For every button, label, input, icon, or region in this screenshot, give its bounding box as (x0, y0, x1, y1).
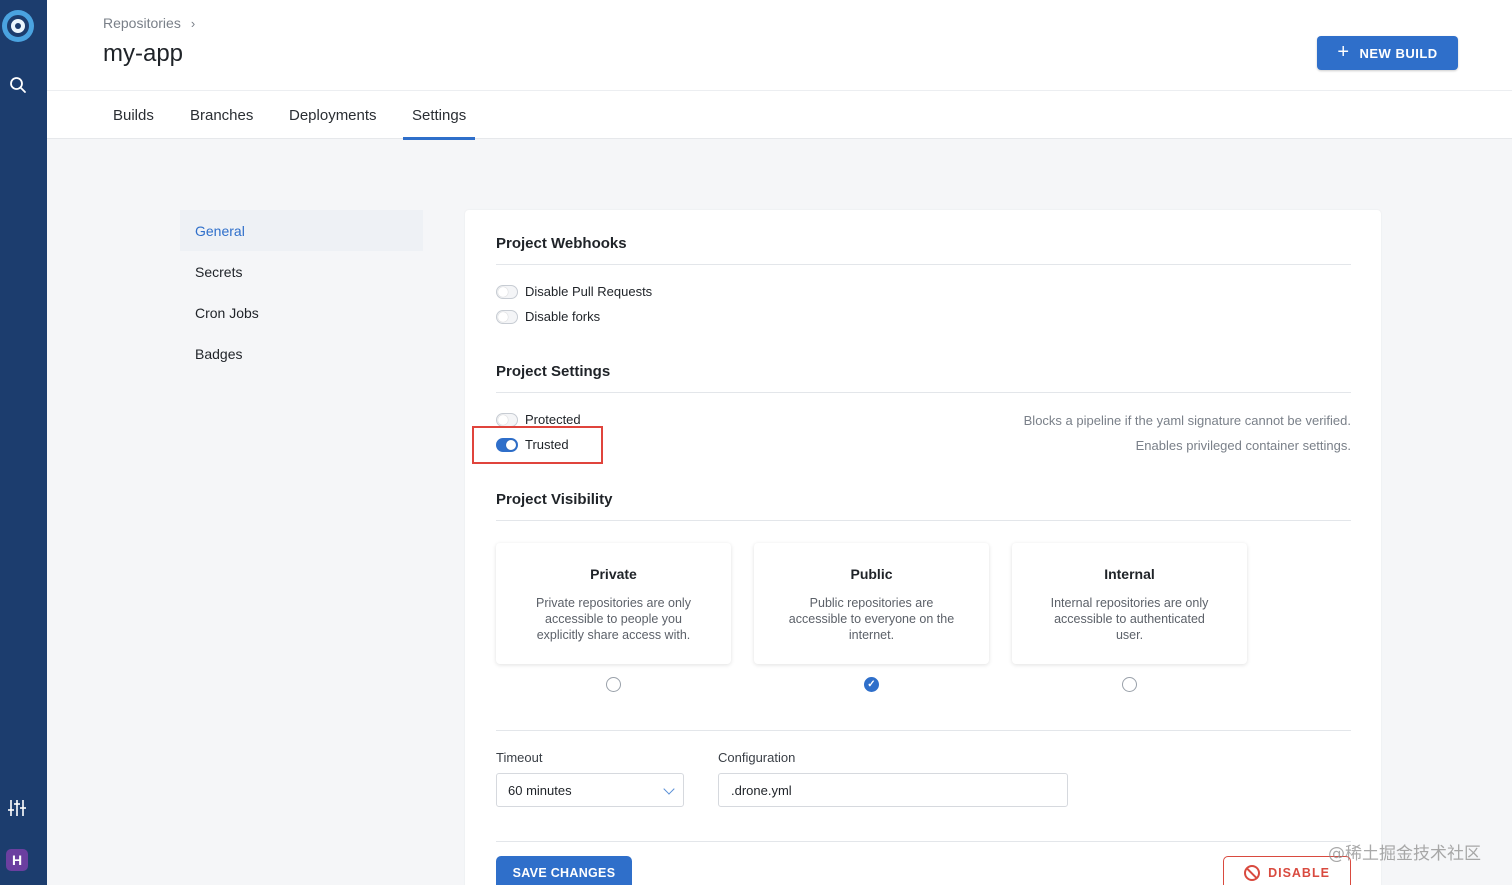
drone-logo-icon[interactable] (2, 10, 34, 42)
page-title: my-app (103, 40, 184, 67)
new-build-label: NEW BUILD (1359, 45, 1438, 61)
visibility-card-title: Internal (1104, 566, 1155, 582)
divider (496, 392, 1351, 393)
trusted-highlight-box (472, 426, 603, 464)
visibility-card-private[interactable]: Private Private repositories are only ac… (496, 543, 731, 664)
project-settings-section-title: Project Settings (496, 363, 611, 380)
protected-row: Protected (496, 412, 581, 427)
subnav-item-secrets[interactable]: Secrets (180, 251, 423, 292)
tab-settings[interactable]: Settings (402, 107, 476, 140)
disable-pull-requests-label: Disable Pull Requests (525, 284, 653, 299)
divider (496, 730, 1351, 731)
visibility-card-description: Public repositories are accessible to ev… (788, 596, 955, 642)
subnav-item-badges[interactable]: Badges (180, 333, 423, 374)
visibility-section-title: Project Visibility (496, 491, 613, 508)
visibility-card-title: Public (850, 566, 893, 582)
chevron-down-icon (663, 783, 675, 795)
user-avatar[interactable]: H (6, 849, 28, 871)
settings-card: Project Webhooks Disable Pull Requests D… (465, 210, 1381, 885)
sliders-icon[interactable] (8, 799, 26, 817)
divider (496, 520, 1351, 521)
check-icon: ✓ (867, 679, 876, 690)
divider (496, 264, 1351, 265)
search-icon[interactable] (9, 76, 27, 94)
tab-builds[interactable]: Builds (113, 107, 154, 124)
repo-tabs: Builds Branches Deployments Settings (47, 90, 1512, 140)
breadcrumb: Repositories › (103, 15, 195, 31)
disable-pull-requests-row: Disable Pull Requests (496, 284, 652, 299)
breadcrumb-repositories-link[interactable]: Repositories (103, 15, 181, 31)
new-build-button[interactable]: + NEW BUILD (1317, 36, 1458, 70)
settings-subnav: General Secrets Cron Jobs Badges (180, 210, 423, 374)
disable-forks-row: Disable forks (496, 309, 600, 324)
protected-toggle[interactable] (496, 412, 518, 427)
subnav-item-cron-jobs[interactable]: Cron Jobs (180, 292, 423, 333)
configuration-label: Configuration (718, 750, 796, 765)
webhooks-section-title: Project Webhooks (496, 235, 627, 252)
protected-label: Protected (525, 412, 581, 427)
tab-branches[interactable]: Branches (190, 107, 253, 124)
trusted-hint: Enables privileged container settings. (1135, 438, 1351, 453)
tab-deployments[interactable]: Deployments (289, 107, 377, 124)
save-changes-button[interactable]: SAVE CHANGES (496, 856, 632, 885)
subnav-item-general[interactable]: General (180, 210, 423, 251)
disable-forks-toggle[interactable] (496, 309, 518, 324)
divider (496, 841, 1351, 842)
watermark: @稀土掘金技术社区 (1328, 844, 1481, 864)
visibility-radio-public[interactable]: ✓ (864, 677, 879, 692)
visibility-radio-private[interactable] (606, 677, 621, 692)
visibility-card-title: Private (590, 566, 637, 582)
ban-icon (1244, 865, 1261, 881)
visibility-card-public[interactable]: Public Public repositories are accessibl… (754, 543, 989, 664)
disable-label: DISABLE (1268, 866, 1330, 880)
page-header: Repositories › my-app + NEW BUILD (47, 0, 1512, 90)
timeout-value: 60 minutes (508, 783, 572, 798)
visibility-radio-internal[interactable] (1122, 677, 1137, 692)
configuration-input[interactable]: .drone.yml (718, 773, 1068, 807)
protected-hint: Blocks a pipeline if the yaml signature … (1023, 413, 1351, 428)
visibility-card-internal[interactable]: Internal Internal repositories are only … (1012, 543, 1247, 664)
timeout-label: Timeout (496, 750, 543, 765)
chevron-right-icon: › (190, 15, 196, 31)
visibility-card-description: Private repositories are only accessible… (536, 596, 691, 642)
visibility-card-description: Internal repositories are only accessibl… (1050, 596, 1209, 642)
timeout-select[interactable]: 60 minutes (496, 773, 684, 807)
plus-icon: + (1337, 41, 1350, 63)
disable-pull-requests-toggle[interactable] (496, 284, 518, 299)
disable-forks-label: Disable forks (525, 309, 601, 324)
app-rail: H (0, 0, 47, 885)
